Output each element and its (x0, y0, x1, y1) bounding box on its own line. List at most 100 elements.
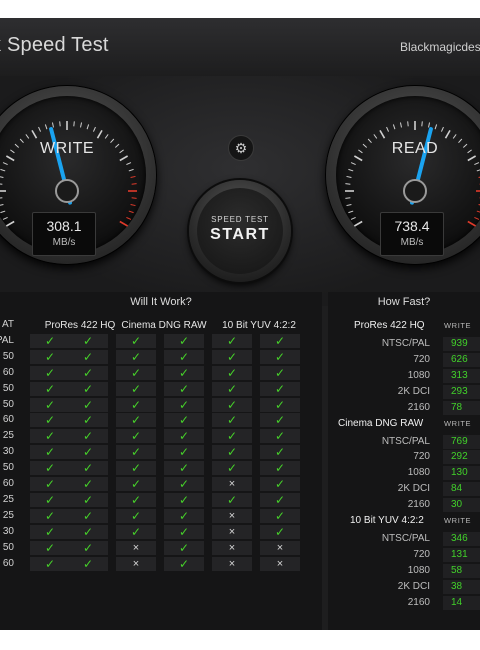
gauge-tick (96, 129, 103, 139)
cross-icon: × (212, 508, 252, 523)
check-icon: ✓ (164, 349, 204, 364)
list-item: NTSC/PAL 346 (340, 531, 480, 547)
check-icon: ✓ (164, 524, 204, 539)
table-row: 25 ✓ ✓ ✓ ✓ ✓ ✓ (0, 492, 318, 508)
gear-icon[interactable]: ⚙ (228, 135, 254, 161)
check-icon: ✓ (30, 461, 70, 476)
how-fast-group-title: ProRes 422 HQ (354, 320, 425, 331)
gauge-tick (126, 216, 132, 220)
gauge-tick (399, 122, 402, 128)
check-icon: ✓ (116, 429, 156, 444)
gauge-tick (407, 121, 409, 127)
table-row: 60 ✓ ✓ × ✓ × × (0, 556, 318, 572)
how-fast-fps-value: 292 (443, 450, 480, 465)
gauge-tick (0, 183, 3, 185)
how-fast-fps-value: 58 (443, 563, 480, 578)
gauge-tick (130, 175, 136, 178)
gauge-tick (92, 126, 96, 132)
list-item: 2160 30 (340, 497, 480, 513)
how-fast-fps-value: 313 (443, 368, 480, 383)
wiw-row-label: 60 (2, 414, 14, 426)
wiw-row-label: 30 (2, 525, 14, 537)
how-fast-fps-value: 130 (443, 466, 480, 481)
gauge-tick (119, 220, 129, 227)
check-icon: ✓ (260, 429, 300, 444)
gauge-tick (346, 175, 352, 178)
write-speed-unit: MB/s (52, 237, 76, 248)
wiw-row-label: 50 (2, 350, 14, 362)
list-item: 2K DCI 293 (340, 384, 480, 400)
check-icon: ✓ (116, 349, 156, 364)
list-item: NTSC/PAL 939 (340, 336, 480, 352)
check-icon: ✓ (260, 445, 300, 460)
list-item: 720 292 (340, 449, 480, 465)
check-icon: ✓ (116, 477, 156, 491)
list-item: 1080 313 (340, 368, 480, 384)
check-icon: ✓ (164, 333, 204, 348)
table-row: 50 ✓ ✓ ✓ ✓ ✓ ✓ (0, 381, 318, 397)
wiw-row-label: 25 (2, 430, 14, 442)
check-icon: ✓ (30, 477, 70, 491)
check-icon: ✓ (260, 524, 300, 539)
start-button-caption: SPEED TEST (211, 215, 269, 224)
cross-icon: × (212, 540, 252, 555)
check-icon: ✓ (68, 397, 108, 412)
gauge-tick (73, 121, 75, 127)
gauge-tick (434, 124, 438, 130)
check-icon: ✓ (260, 477, 300, 491)
check-icon: ✓ (212, 365, 252, 380)
start-button[interactable]: SPEED TEST START (189, 180, 291, 282)
gauge-tick (373, 134, 378, 139)
how-fast-format-label: 2K DCI (397, 580, 430, 592)
how-fast-format-label: 720 (413, 548, 430, 560)
how-fast-fps-value: 769 (443, 434, 480, 449)
check-icon: ✓ (260, 333, 300, 348)
check-icon: ✓ (68, 556, 108, 571)
how-fast-fps-value: 346 (443, 532, 480, 546)
gauge-tick (130, 204, 136, 207)
check-icon: ✓ (164, 429, 204, 444)
check-icon: ✓ (30, 333, 70, 348)
gauge-tick (128, 210, 134, 214)
check-icon: ✓ (164, 413, 204, 428)
check-icon: ✓ (164, 477, 204, 491)
wiw-row-label: 25 (2, 509, 14, 521)
wiw-row-label: 50 (2, 398, 14, 410)
check-icon: ✓ (116, 413, 156, 428)
wiw-row-label: AT (1, 319, 14, 330)
check-icon: ✓ (260, 492, 300, 507)
gauge-tick (38, 126, 42, 132)
start-button-label: START (210, 226, 270, 243)
gauge-tick (474, 216, 480, 220)
check-icon: ✓ (164, 445, 204, 460)
cross-icon: × (116, 556, 156, 571)
gauge-tick (386, 126, 390, 132)
gauge-tick (452, 134, 457, 139)
check-icon: ✓ (68, 540, 108, 555)
table-row: 25 ✓ ✓ ✓ ✓ ✓ ✓ (0, 428, 318, 444)
wiw-row-label: 60 (2, 478, 14, 489)
check-icon: ✓ (68, 524, 108, 539)
check-icon: ✓ (68, 413, 108, 428)
write-speed-readout: 308.1 MB/s (32, 212, 96, 256)
gauge-tick (131, 183, 137, 185)
gauge-tick (379, 129, 386, 139)
how-fast-format-label: NTSC/PAL (381, 435, 430, 447)
gauge-tick (474, 162, 480, 166)
check-icon: ✓ (212, 397, 252, 412)
gauge-tick (2, 162, 8, 166)
check-icon: ✓ (212, 429, 252, 444)
gauge-tick (80, 122, 83, 128)
gauge-hub (403, 179, 427, 203)
read-speed-unit: MB/s (400, 237, 424, 248)
check-icon: ✓ (30, 349, 70, 364)
cross-icon: × (212, 556, 252, 571)
gauge-tick (128, 168, 134, 172)
title-bar: k Speed Test Blackmagicdes (0, 18, 480, 77)
check-icon: ✓ (30, 365, 70, 380)
table-row: 60 ✓ ✓ ✓ ✓ × ✓ (0, 476, 318, 492)
check-icon: ✓ (30, 445, 70, 460)
list-item: NTSC/PAL 769 (340, 434, 480, 450)
gauge-tick (421, 121, 423, 127)
list-item: 720 131 (340, 547, 480, 563)
